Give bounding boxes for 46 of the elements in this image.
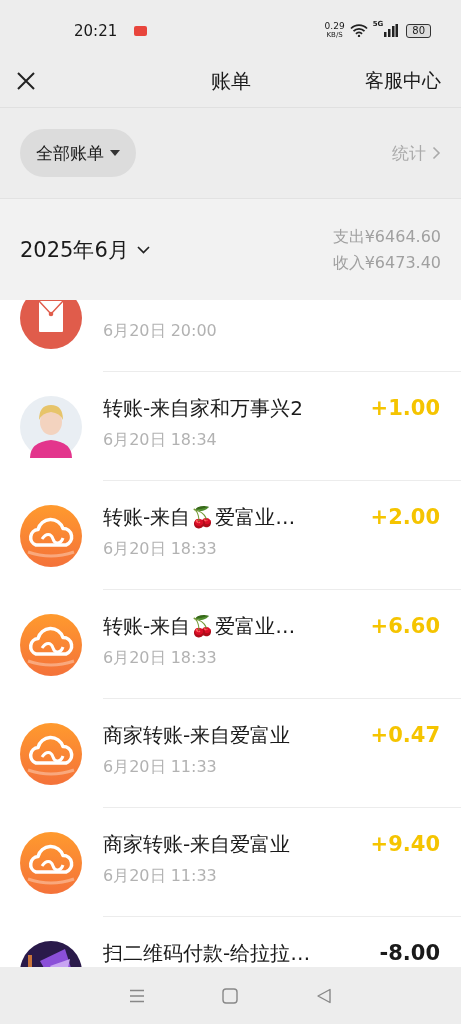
transaction-item[interactable]: 商家转账-来自爱富业 +0.47 6月20日 11:33 [0, 699, 461, 808]
transaction-item[interactable]: 转账-来自家和万事兴2 +1.00 6月20日 18:34 [0, 372, 461, 481]
signal-icon [384, 24, 399, 37]
notification-icon [134, 25, 148, 36]
transaction-time: 6月20日 18:33 [103, 539, 218, 560]
transaction-title: 商家转账-来自爱富业 [103, 830, 291, 858]
wifi-icon [349, 24, 368, 37]
transaction-amount: +6.60 [370, 614, 440, 638]
month-selector[interactable]: 2025年6月 [20, 235, 150, 264]
transaction-time: 6月20日 18:34 [103, 430, 218, 451]
cloud-logo-icon [20, 613, 82, 676]
battery-indicator: 80 [406, 23, 431, 38]
transaction-time: 6月20日 11:33 [103, 757, 218, 778]
back-icon[interactable] [316, 987, 333, 1004]
transaction-title: 商家转账-来自爱富业 [103, 721, 291, 749]
transaction-title: 转账-来自🍒爱富业… [103, 503, 296, 531]
cloud-logo-icon [20, 831, 82, 894]
caret-icon [110, 150, 120, 156]
transaction-amount: +0.47 [370, 723, 440, 747]
transaction-amount: +9.40 [370, 832, 440, 856]
transaction-item[interactable]: 转账-来自🍒爱富业… +2.00 6月20日 18:33 [0, 481, 461, 590]
expense-total: 支出¥6464.60 [332, 225, 441, 248]
status-time: 20:21 [74, 21, 118, 40]
close-icon[interactable] [16, 71, 36, 91]
cloud-logo-icon [20, 504, 82, 567]
bill-filter-button[interactable]: 全部账单 [20, 129, 136, 177]
transaction-time: 6月20日 20:00 [103, 321, 218, 342]
transaction-title: 扫二维码付款-给拉拉… [103, 939, 311, 967]
transaction-item[interactable]: 商家转账-来自爱富业 +9.40 6月20日 11:33 [0, 808, 461, 917]
transaction-amount: +2.00 [370, 505, 440, 529]
transaction-amount: +1.00 [370, 396, 440, 420]
transaction-time: 6月20日 11:33 [103, 866, 218, 887]
transaction-amount: -8.00 [379, 941, 440, 965]
chevron-icon [432, 146, 441, 160]
income-total: 收入¥6473.40 [332, 251, 441, 274]
menu-icon[interactable] [128, 988, 145, 1003]
transaction-title: 转账-来自家和万事兴2 [103, 394, 303, 422]
envelope-icon [20, 300, 82, 349]
cloud-logo-icon [20, 722, 82, 785]
transaction-item[interactable]: 转账-来自🍒爱富业… +6.60 6月20日 18:33 [0, 590, 461, 699]
home-icon[interactable] [222, 987, 239, 1004]
transaction-time: 6月20日 18:33 [103, 648, 218, 669]
chevron-down-icon [136, 245, 150, 254]
transaction-title: 转账-来自🍒爱富业… [103, 612, 296, 640]
customer-service-link[interactable]: 客服中心 [365, 68, 441, 94]
page-title: 账单 [210, 67, 251, 95]
